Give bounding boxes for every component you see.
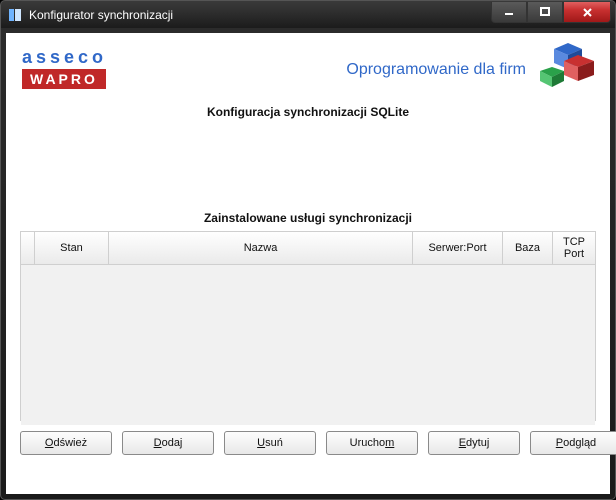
asseco-wordmark: asseco — [22, 47, 107, 68]
titlebar[interactable]: Konfigurator synchronizacji — [0, 0, 616, 29]
grid-body[interactable] — [21, 265, 595, 425]
window-controls — [491, 2, 611, 22]
maximize-button[interactable] — [527, 2, 563, 23]
button-label: Dodaj — [154, 437, 183, 449]
spacer-area — [6, 119, 610, 205]
col-baza[interactable]: Baza — [503, 232, 553, 264]
button-label: Odśwież — [45, 437, 87, 449]
wapro-badge: WAPRO — [22, 69, 106, 89]
main-section-title: Konfiguracja synchronizacji SQLite — [6, 105, 610, 119]
add-button[interactable]: Dodaj — [122, 431, 214, 455]
delete-button[interactable]: Usuń — [224, 431, 316, 455]
preview-button[interactable]: Podgląd — [530, 431, 616, 455]
sub-section-title: Zainstalowane usługi synchronizacji — [6, 211, 610, 225]
app-window: Konfigurator synchronizacji asseco WAPRO… — [0, 0, 616, 500]
button-label: Podgląd — [556, 437, 596, 449]
brand-logo: asseco WAPRO — [22, 47, 107, 89]
button-label: Edytuj — [459, 437, 490, 449]
services-grid[interactable]: Stan Nazwa Serwer:Port Baza TCP Port — [20, 231, 596, 421]
col-serwer[interactable]: Serwer:Port — [413, 232, 503, 264]
window-title: Konfigurator synchronizacji — [29, 8, 491, 22]
button-label: Uruchom — [350, 437, 395, 449]
col-tcp[interactable]: TCP Port — [553, 232, 595, 264]
col-stan[interactable]: Stan — [35, 232, 109, 264]
button-bar: Odśwież Dodaj Usuń Uruchom Edytuj Podglą… — [6, 421, 610, 455]
grid-corner — [21, 232, 35, 264]
edit-button[interactable]: Edytuj — [428, 431, 520, 455]
app-icon — [7, 7, 23, 23]
slogan-text: Oprogramowanie dla firm — [346, 61, 526, 79]
window-frame: asseco WAPRO Oprogramowanie dla firm — [0, 28, 616, 500]
close-button[interactable] — [563, 2, 611, 23]
header: asseco WAPRO Oprogramowanie dla firm — [6, 33, 610, 97]
grid-header-row: Stan Nazwa Serwer:Port Baza TCP Port — [21, 232, 595, 265]
button-label: Usuń — [257, 437, 283, 449]
refresh-button[interactable]: Odśwież — [20, 431, 112, 455]
run-button[interactable]: Uruchom — [326, 431, 418, 455]
client-area: asseco WAPRO Oprogramowanie dla firm — [6, 33, 610, 494]
col-nazwa[interactable]: Nazwa — [109, 232, 413, 264]
minimize-button[interactable] — [491, 2, 527, 23]
blocks-icon — [538, 41, 598, 89]
